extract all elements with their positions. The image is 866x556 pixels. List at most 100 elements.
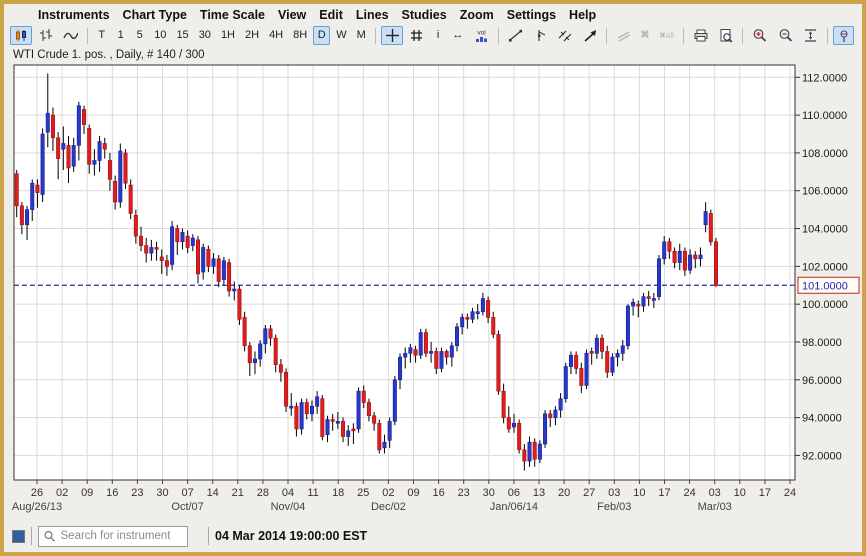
instrument-search-box[interactable] (38, 525, 188, 547)
candle-up (408, 347, 413, 354)
candle-down (159, 256, 164, 261)
x-axis-label: 14 (207, 487, 219, 499)
candle-up (190, 237, 195, 246)
candle-up (40, 133, 45, 195)
candle-up (651, 298, 656, 301)
y-axis-label: 110.0000 (802, 110, 847, 122)
timeframe-2h-button[interactable]: 2H (241, 26, 263, 45)
toolbar-separator (742, 27, 744, 44)
candle-up (558, 398, 563, 411)
chart-type-line-button[interactable] (59, 26, 82, 45)
timeframe-8h-button[interactable]: 8H (289, 26, 311, 45)
x-axis-label: 17 (759, 487, 771, 499)
candle-up (118, 150, 123, 203)
timeframe-d-button[interactable]: D (313, 26, 331, 45)
svg-text:vol: vol (477, 30, 486, 37)
menu-chart-type[interactable]: Chart Type (123, 8, 187, 22)
candle-down (113, 180, 118, 203)
menubar: Instruments Chart Type Time Scale View Edit L… (4, 4, 862, 24)
candle-down (636, 303, 641, 307)
timeframe-t-button[interactable]: T (93, 26, 110, 45)
zoom-out-button[interactable] (774, 26, 797, 45)
timeframe-5-button[interactable]: 5 (131, 26, 148, 45)
volume-button[interactable]: vol (469, 26, 493, 45)
menu-view[interactable]: View (278, 8, 306, 22)
chart-type-ohlc-button[interactable] (34, 26, 56, 45)
candle-up (170, 226, 175, 265)
candle-up (543, 413, 548, 445)
candle-up (76, 105, 81, 146)
menu-settings[interactable]: Settings (507, 8, 556, 22)
candle-up (610, 356, 615, 373)
last-price-label: 101.0000 (802, 280, 848, 292)
channel-tool-button[interactable] (553, 26, 576, 45)
candle-down (185, 235, 190, 248)
candle-down (139, 235, 144, 246)
candle-up (688, 254, 693, 271)
print-preview-button[interactable] (714, 26, 737, 45)
x-axis-month-label: Oct/07 (171, 501, 203, 513)
candle-down (66, 145, 71, 169)
timeframe-1h-button[interactable]: 1H (217, 26, 239, 45)
timeframe-button-group: T 1 5 10 15 30 1H 2H 4H 8H D W M (93, 26, 370, 45)
menu-lines[interactable]: Lines (356, 8, 389, 22)
candle-down (423, 332, 428, 354)
horizontal-expand-button[interactable]: ↔ (449, 26, 468, 45)
candle-up (309, 405, 314, 415)
candle-up (698, 254, 703, 260)
menu-time-scale[interactable]: Time Scale (200, 8, 265, 22)
current-time: 04 Mar 2014 19:00:00 EST (215, 529, 368, 543)
candle-up (30, 182, 35, 210)
candle-up (71, 145, 76, 167)
candle-up (537, 443, 542, 460)
candlestick-chart[interactable]: 26 02 09 16 23 30 07 14 21 28 04 11 18 25 02 09 16 23 30 06… (4, 63, 862, 515)
x-axis-label: 23 (131, 487, 143, 499)
candle-down (506, 417, 511, 430)
zoom-in-button[interactable] (748, 26, 771, 45)
candle-down (434, 351, 439, 369)
timeframe-30-button[interactable]: 30 (195, 26, 215, 45)
pin-window-button[interactable] (832, 26, 854, 45)
menu-zoom[interactable]: Zoom (460, 8, 494, 22)
candle-down (351, 428, 356, 432)
trendline-tool-button[interactable] (504, 26, 526, 45)
fit-vertical-button[interactable] (799, 26, 821, 45)
crosshair-button[interactable] (380, 26, 404, 45)
candle-down (713, 241, 718, 286)
instrument-color-button[interactable] (12, 529, 25, 543)
printer-icon (694, 29, 708, 42)
grid-toggle-button[interactable] (405, 26, 427, 45)
ray-tool-button[interactable] (579, 26, 601, 45)
timeframe-15-button[interactable]: 15 (172, 26, 192, 45)
info-button[interactable]: i (430, 26, 447, 45)
candle-down (667, 241, 672, 252)
vertical-line-tool-button[interactable] (529, 26, 551, 45)
ohlc-bars-icon (40, 29, 53, 41)
crosshair-icon (385, 29, 399, 42)
candle-up (470, 311, 475, 320)
x-axis-label: 24 (784, 487, 796, 499)
menu-instruments[interactable]: Instruments (38, 8, 110, 22)
search-input[interactable] (58, 529, 183, 543)
chart-type-candlestick-button[interactable] (10, 26, 33, 45)
timeframe-4h-button[interactable]: 4H (265, 26, 287, 45)
menu-edit[interactable]: Edit (319, 8, 343, 22)
timeframe-10-button[interactable]: 10 (150, 26, 170, 45)
candle-up (454, 326, 459, 347)
menu-help[interactable]: Help (569, 8, 596, 22)
candle-up (25, 209, 30, 226)
timeframe-m-button[interactable]: M (353, 26, 370, 45)
candle-down (444, 351, 449, 358)
print-button[interactable] (689, 26, 712, 45)
candle-up (511, 422, 516, 428)
x-axis-label: 24 (683, 487, 695, 499)
timeframe-1-button[interactable]: 1 (112, 26, 129, 45)
candle-up (584, 353, 589, 386)
candle-down (268, 328, 273, 339)
menu-studies[interactable]: Studies (402, 8, 447, 22)
candle-down (154, 247, 159, 250)
candle-up (553, 409, 558, 418)
candle-up (631, 301, 636, 307)
timeframe-w-button[interactable]: W (332, 26, 350, 45)
candle-up (418, 332, 423, 356)
